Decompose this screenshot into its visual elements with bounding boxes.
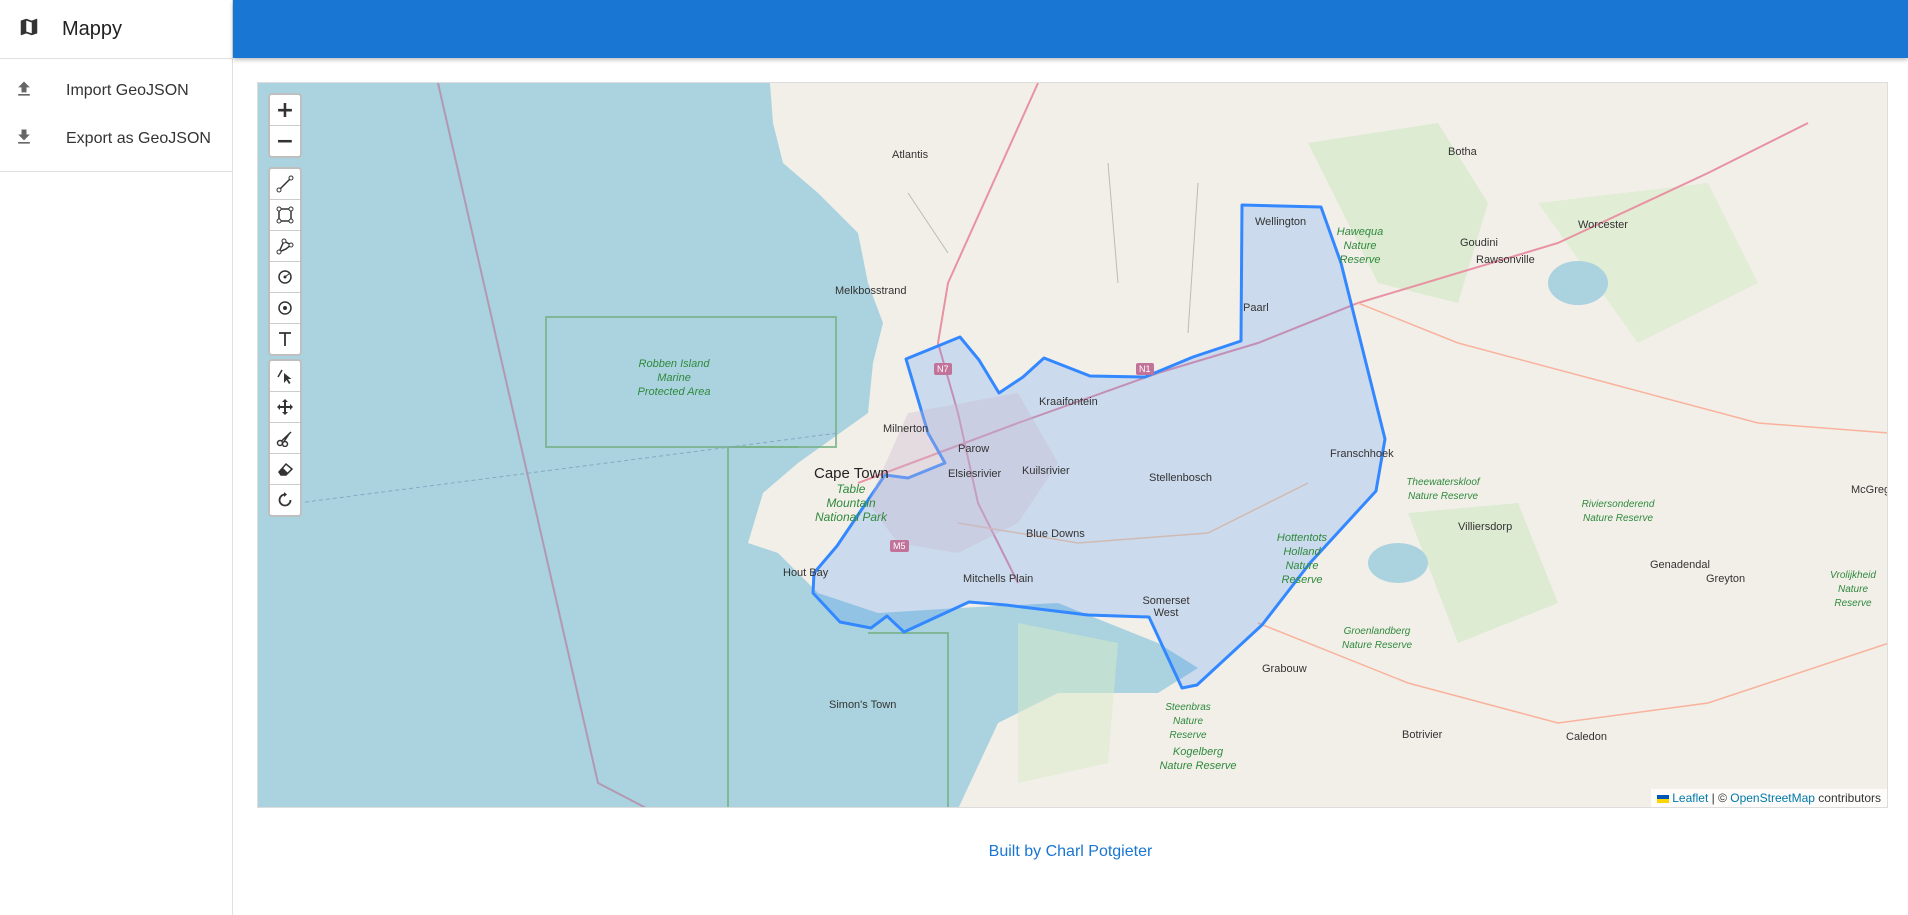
edit-toolbar bbox=[268, 359, 302, 517]
label-hawequa-nr: Hawequa Nature Reserve bbox=[1336, 226, 1384, 266]
sidebar: Mappy Import GeoJSON Export as GeoJSON bbox=[0, 0, 233, 915]
app-title: Mappy bbox=[62, 17, 123, 40]
attribution-separator: | © bbox=[1708, 791, 1731, 805]
draw-polyline-icon[interactable] bbox=[270, 169, 300, 200]
draw-rectangle-icon[interactable] bbox=[270, 200, 300, 231]
map-container[interactable]: Atlantis Melkbosstrand Milnerton Cape To… bbox=[257, 82, 1888, 808]
import-geojson-label: Import GeoJSON bbox=[66, 82, 189, 99]
attribution-suffix: contributors bbox=[1814, 791, 1881, 805]
map-attribution: Leaflet | © OpenStreetMap contributors bbox=[1650, 789, 1887, 807]
label-somerset-west: Somerset West bbox=[1142, 595, 1190, 619]
label-blue-downs: Blue Downs bbox=[1026, 528, 1085, 540]
label-cape-town: Cape Town bbox=[814, 465, 889, 482]
label-genadendal: Genadendal bbox=[1650, 559, 1710, 571]
label-hout-bay: Hout Bay bbox=[783, 567, 829, 579]
label-hottentots-holland-nr: Hottentots Holland Nature Reserve bbox=[1276, 532, 1328, 586]
label-villiersdorp: Villiersdorp bbox=[1458, 521, 1513, 533]
draw-text-icon[interactable] bbox=[270, 324, 300, 354]
label-groenlandberg-nr: Groenlandberg Nature Reserve bbox=[1341, 626, 1413, 651]
label-caledon: Caledon bbox=[1566, 731, 1607, 743]
label-botha: Botha bbox=[1448, 146, 1477, 158]
label-botrivier: Botrivier bbox=[1402, 729, 1443, 741]
label-steenbras-nr: Steenbras Nature Reserve bbox=[1165, 702, 1211, 741]
map-icon bbox=[18, 16, 40, 43]
export-geojson-button[interactable]: Export as GeoJSON bbox=[0, 115, 232, 163]
download-icon bbox=[14, 127, 34, 152]
label-stellenbosch: Stellenbosch bbox=[1149, 472, 1212, 484]
drag-layers-icon[interactable] bbox=[270, 392, 300, 423]
sidebar-menu: Import GeoJSON Export as GeoJSON bbox=[0, 59, 232, 172]
zoom-in-button[interactable]: + bbox=[270, 95, 300, 126]
draw-circle-marker-icon[interactable] bbox=[270, 293, 300, 324]
label-paarl: Paarl bbox=[1243, 302, 1269, 314]
label-milnerton: Milnerton bbox=[883, 423, 929, 435]
label-rawsonville: Rawsonville bbox=[1476, 254, 1535, 266]
cut-layers-icon[interactable] bbox=[270, 423, 300, 454]
label-franschhoek: Franschhoek bbox=[1330, 448, 1394, 460]
export-geojson-label: Export as GeoJSON bbox=[66, 130, 211, 147]
app-bar bbox=[233, 0, 1908, 58]
label-mitchells-plain: Mitchells Plain bbox=[963, 573, 1034, 585]
ukraine-flag-icon bbox=[1656, 794, 1669, 803]
footer-credit[interactable]: Built by Charl Potgieter bbox=[233, 843, 1908, 861]
label-wellington: Wellington bbox=[1255, 216, 1307, 228]
shield-n1: N1 bbox=[1136, 363, 1154, 375]
label-parow: Parow bbox=[958, 443, 990, 455]
import-geojson-button[interactable]: Import GeoJSON bbox=[0, 67, 232, 115]
label-grabouw: Grabouw bbox=[1262, 663, 1307, 675]
label-greyton: Greyton bbox=[1706, 573, 1746, 585]
edit-layers-icon[interactable] bbox=[270, 361, 300, 392]
label-kogelberg-nr: Kogelberg Nature Reserve bbox=[1159, 746, 1237, 772]
label-atlantis: Atlantis bbox=[892, 149, 929, 161]
label-table-mountain-np: Table Mountain National Park bbox=[814, 482, 888, 524]
draw-circle-icon[interactable] bbox=[270, 262, 300, 293]
zoom-out-button[interactable]: − bbox=[270, 126, 300, 156]
label-riviersonderend-nr: Riviersonderend Nature Reserve bbox=[1581, 499, 1655, 524]
label-elsiesrivier: Elsiesrivier bbox=[948, 468, 1002, 480]
label-mcgregor: McGreg bbox=[1851, 484, 1888, 496]
upload-icon bbox=[14, 79, 34, 104]
app-brand: Mappy bbox=[0, 0, 232, 59]
rotate-layers-icon[interactable] bbox=[270, 485, 300, 515]
zoom-control: + − bbox=[268, 93, 302, 158]
draw-toolbar bbox=[268, 167, 302, 356]
map-tiles bbox=[258, 83, 1887, 807]
leaflet-link[interactable]: Leaflet bbox=[1672, 791, 1708, 805]
label-kraaifontein: Kraaifontein bbox=[1039, 396, 1098, 408]
draw-polygon-icon[interactable] bbox=[270, 231, 300, 262]
label-goudini: Goudini bbox=[1460, 237, 1498, 249]
label-simons-town: Simon's Town bbox=[829, 699, 897, 711]
label-theewaterskloof-nr: Theewaterskloof Nature Reserve bbox=[1406, 477, 1480, 502]
remove-layers-icon[interactable] bbox=[270, 454, 300, 485]
shield-n7: N7 bbox=[934, 363, 952, 375]
openstreetmap-link[interactable]: OpenStreetMap bbox=[1730, 791, 1815, 805]
label-kuilsrivier: Kuilsrivier bbox=[1022, 465, 1070, 477]
label-melkbosstrand: Melkbosstrand bbox=[835, 285, 907, 297]
label-vrolijkheid-nr: Vrolijkheid Nature Reserve bbox=[1830, 570, 1876, 609]
label-worcester: Worcester bbox=[1578, 219, 1628, 231]
shield-m5: M5 bbox=[890, 540, 909, 552]
label-robben-island-mpa: Robben Island Marine Protected Area bbox=[637, 358, 711, 398]
